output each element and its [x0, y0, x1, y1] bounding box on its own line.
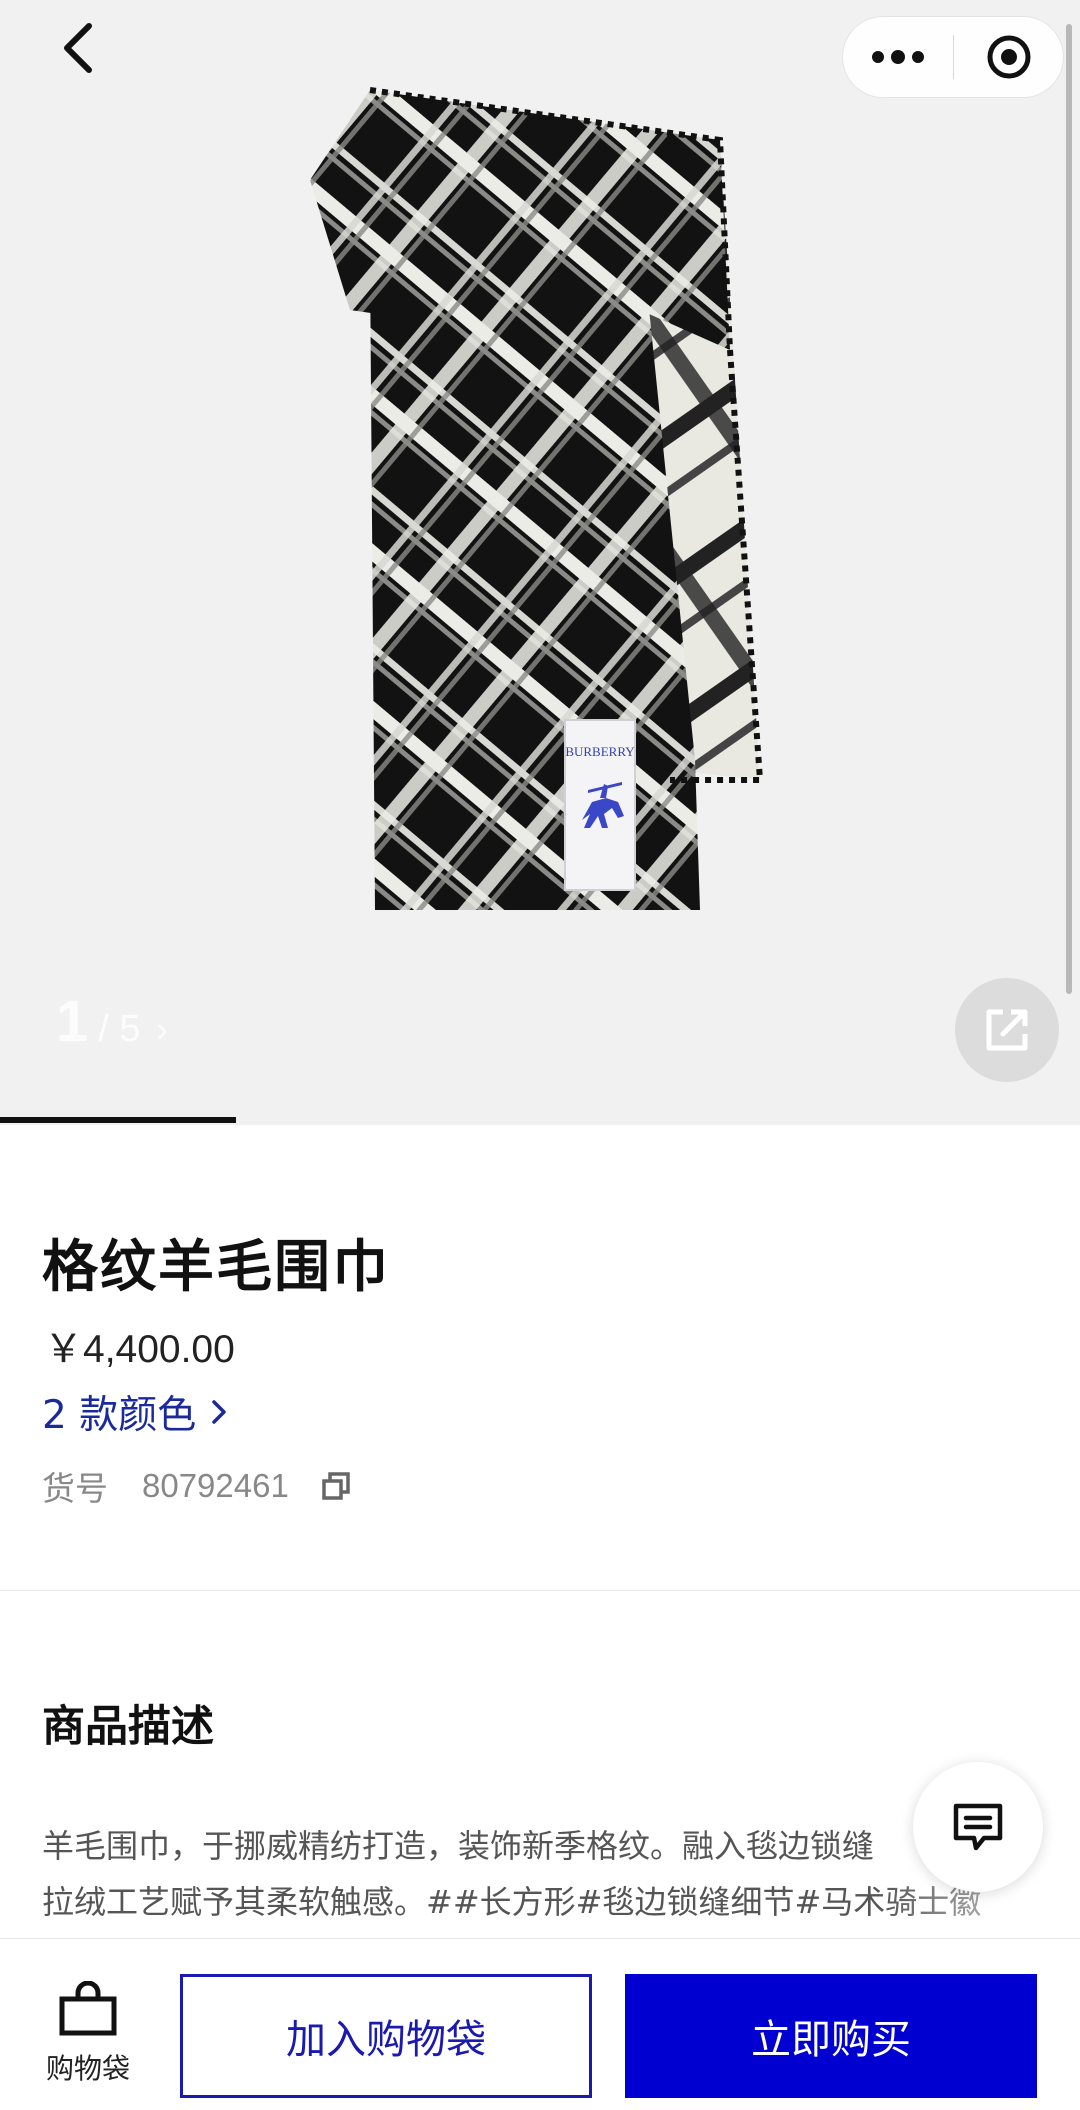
- target-icon: [987, 35, 1030, 79]
- chat-icon: [953, 1803, 1003, 1851]
- gallery-progress-bar: [0, 1117, 236, 1123]
- bottom-action-bar: 购物袋 加入购物袋 立即购买: [0, 1938, 1080, 2110]
- share-button[interactable]: [955, 978, 1059, 1082]
- shopping-bag-button[interactable]: 购物袋: [30, 1981, 146, 2087]
- gallery-next-arrow[interactable]: ›: [157, 1011, 168, 1050]
- gallery-total: / 5: [98, 1008, 141, 1050]
- product-image-scarf: BURBERRY: [310, 87, 764, 910]
- gallery-scrollbar[interactable]: [1066, 24, 1072, 994]
- back-arrow-icon: [64, 23, 92, 73]
- product-detail-page: BURBERRY 1 / 5 › 格纹羊毛围巾 ￥4,400.00 2 款颜色: [0, 0, 1080, 2110]
- more-dots-icon: [872, 50, 924, 64]
- share-icon: [986, 1009, 1028, 1051]
- color-options-label: 2 款颜色: [42, 1393, 197, 1438]
- mini-program-capsule: [842, 16, 1064, 98]
- sku-value: 80792461: [142, 1467, 289, 1504]
- section-divider: [0, 1590, 1080, 1591]
- product-price: ￥4,400.00: [44, 1328, 235, 1371]
- sku-label: 货号: [42, 1469, 108, 1508]
- gallery-page-counter: 1 / 5 ›: [56, 988, 168, 1055]
- sku-row: 货号 80792461: [42, 1462, 351, 1510]
- shopping-bag-icon: [59, 1981, 117, 2036]
- gallery-current-index: 1: [56, 989, 89, 1054]
- product-title: 格纹羊毛围巾: [42, 1235, 390, 1300]
- add-to-bag-button[interactable]: 加入购物袋: [180, 1974, 592, 2098]
- description-heading: 商品描述: [42, 1702, 214, 1752]
- label-brand-text: BURBERRY: [565, 744, 635, 759]
- chevron-right-icon: [212, 1400, 226, 1424]
- copy-icon: [322, 1472, 350, 1500]
- customer-service-chat-button[interactable]: [913, 1762, 1043, 1892]
- more-button[interactable]: [843, 17, 953, 97]
- shopping-bag-label: 购物袋: [45, 2052, 130, 2085]
- color-options-link[interactable]: 2 款颜色: [42, 1384, 228, 1440]
- close-mini-program-button[interactable]: [954, 17, 1063, 97]
- back-button[interactable]: [48, 18, 108, 78]
- copy-sku-button[interactable]: [321, 1471, 351, 1501]
- product-gallery[interactable]: BURBERRY 1 / 5 ›: [0, 0, 1080, 1125]
- buy-now-button[interactable]: 立即购买: [625, 1974, 1037, 2098]
